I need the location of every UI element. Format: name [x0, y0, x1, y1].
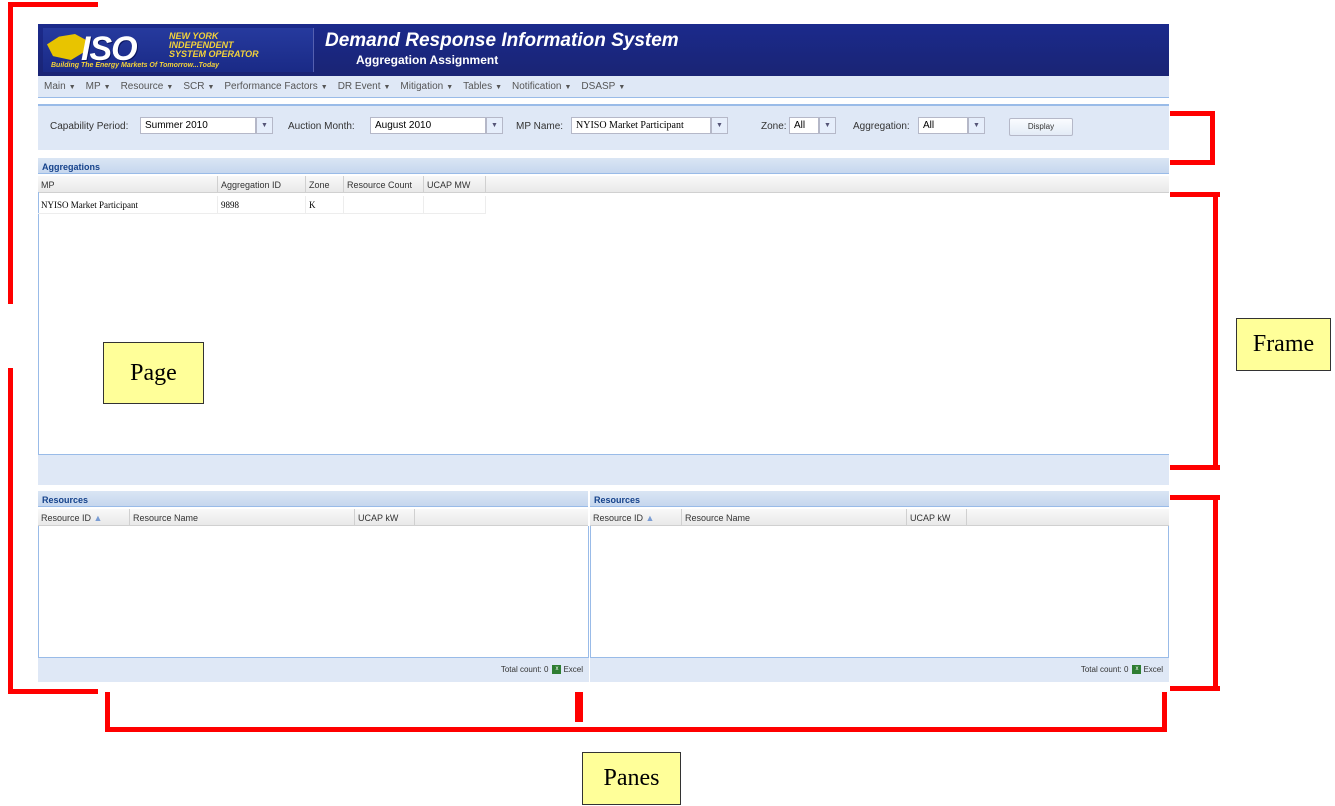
- page-callout: Page: [103, 342, 204, 404]
- menu-scr[interactable]: SCR ▼: [183, 81, 214, 92]
- resources-right-grid-body: [590, 526, 1169, 657]
- aggregations-grid-body: [38, 192, 1169, 454]
- auction-month-select[interactable]: August 2010 ▼: [370, 117, 503, 134]
- excel-export-button[interactable]: Excel: [1143, 665, 1163, 674]
- capability-period-select[interactable]: Summer 2010 ▼: [140, 117, 273, 134]
- chevron-down-icon: ▼: [68, 84, 76, 91]
- mp-name-select[interactable]: NYISO Market Participant ▼: [571, 117, 728, 134]
- col-mp[interactable]: MP: [38, 176, 218, 192]
- col-resource-name[interactable]: Resource Name: [682, 509, 907, 525]
- chevron-down-icon[interactable]: ▼: [819, 117, 836, 134]
- logo-org-text: NEW YORK INDEPENDENT SYSTEM OPERATOR: [169, 31, 259, 59]
- menu-performance-factors[interactable]: Performance Factors ▼: [224, 81, 327, 92]
- col-resource-name[interactable]: Resource Name: [130, 509, 355, 525]
- chevron-down-icon: ▼: [383, 84, 391, 91]
- aggregations-column-headers: MP Aggregation ID Zone Resource Count UC…: [38, 176, 1169, 193]
- chevron-down-icon: ▼: [618, 84, 626, 91]
- menu-mitigation[interactable]: Mitigation ▼: [400, 81, 453, 92]
- chevron-down-icon: ▼: [446, 84, 454, 91]
- chevron-down-icon[interactable]: ▼: [968, 117, 985, 134]
- main-menu-bar: Main ▼ MP ▼ Resource ▼ SCR ▼ Performance Fac…: [38, 76, 1169, 98]
- zone-label: Zone:: [761, 121, 787, 132]
- frame-callout: Frame: [1236, 318, 1331, 371]
- col-resource-id[interactable]: Resource ID ▲: [38, 509, 130, 525]
- chevron-down-icon[interactable]: ▼: [486, 117, 503, 134]
- chevron-down-icon: ▼: [103, 84, 111, 91]
- col-ucap-kw[interactable]: UCAP kW: [355, 509, 415, 525]
- col-ucap-kw[interactable]: UCAP kW: [907, 509, 967, 525]
- page-subtitle: Aggregation Assignment: [356, 53, 499, 67]
- col-zone[interactable]: Zone: [306, 176, 344, 192]
- chevron-down-icon[interactable]: ▼: [711, 117, 728, 134]
- menu-notification[interactable]: Notification ▼: [512, 81, 571, 92]
- chevron-down-icon: ▼: [495, 84, 503, 91]
- resources-right-footer: Total count: 0 x Excel: [590, 657, 1169, 682]
- filter-bar: Capability Period: Summer 2010 ▼ Auction…: [38, 104, 1169, 150]
- resources-left-footer: Total count: 0 x Excel: [38, 657, 589, 682]
- chevron-down-icon: ▼: [320, 84, 328, 91]
- resources-left-grid-body: [38, 526, 589, 657]
- chevron-down-icon[interactable]: ▼: [256, 117, 273, 134]
- resources-right-column-headers: Resource ID ▲ Resource Name UCAP kW: [590, 509, 1169, 526]
- col-ucap-mw[interactable]: UCAP MW: [424, 176, 486, 192]
- menu-tables[interactable]: Tables ▼: [463, 81, 502, 92]
- table-row[interactable]: NYISO Market Participant 9898 K: [38, 196, 486, 214]
- logo-tagline: Building The Energy Markets Of Tomorrow.…: [51, 62, 220, 69]
- excel-icon[interactable]: x: [552, 665, 562, 675]
- resources-right-panel-header: Resources: [590, 491, 1169, 507]
- sort-asc-icon: ▲: [93, 513, 103, 523]
- mp-name-label: MP Name:: [516, 121, 564, 132]
- col-aggregation-id[interactable]: Aggregation ID: [218, 176, 306, 192]
- col-resource-count[interactable]: Resource Count: [344, 176, 424, 192]
- zone-select[interactable]: All ▼: [789, 117, 836, 134]
- cell-ucap-mw: [424, 196, 486, 214]
- total-count: Total count: 0: [1080, 665, 1129, 674]
- menu-main[interactable]: Main ▼: [44, 81, 76, 92]
- total-count: Total count: 0: [500, 665, 549, 674]
- col-resource-id[interactable]: Resource ID ▲: [590, 509, 682, 525]
- cell-resource-count: [344, 196, 424, 214]
- excel-icon[interactable]: x: [1132, 665, 1142, 675]
- chevron-down-icon: ▼: [166, 84, 174, 91]
- dris-application: ISO NEW YORK INDEPENDENT SYSTEM OPERATOR…: [38, 24, 1169, 682]
- splitter-bar[interactable]: [38, 454, 1169, 485]
- chevron-down-icon: ▼: [207, 84, 215, 91]
- cell-mp: NYISO Market Participant: [38, 196, 218, 214]
- excel-export-button[interactable]: Excel: [563, 665, 583, 674]
- menu-dr-event[interactable]: DR Event ▼: [338, 81, 391, 92]
- menu-mp[interactable]: MP ▼: [86, 81, 111, 92]
- aggregations-panel-header: Aggregations: [38, 158, 1169, 174]
- chevron-down-icon: ▼: [564, 84, 572, 91]
- resources-left-column-headers: Resource ID ▲ Resource Name UCAP kW: [38, 509, 588, 526]
- menu-dsasp[interactable]: DSASP ▼: [581, 81, 625, 92]
- sort-asc-icon: ▲: [645, 513, 655, 523]
- resources-left-panel-header: Resources: [38, 491, 588, 507]
- auction-month-label: Auction Month:: [288, 121, 355, 132]
- cell-zone: K: [306, 196, 344, 214]
- system-title: Demand Response Information System: [325, 30, 679, 51]
- nyiso-logo: ISO NEW YORK INDEPENDENT SYSTEM OPERATOR…: [43, 28, 314, 72]
- app-header: ISO NEW YORK INDEPENDENT SYSTEM OPERATOR…: [38, 24, 1169, 76]
- aggregation-label: Aggregation:: [853, 121, 910, 132]
- display-button[interactable]: Display: [1009, 118, 1073, 136]
- capability-period-label: Capability Period:: [50, 121, 129, 132]
- aggregation-select[interactable]: All ▼: [918, 117, 985, 134]
- menu-resource[interactable]: Resource ▼: [121, 81, 174, 92]
- cell-aggregation-id: 9898: [218, 196, 306, 214]
- panes-callout: Panes: [582, 752, 681, 805]
